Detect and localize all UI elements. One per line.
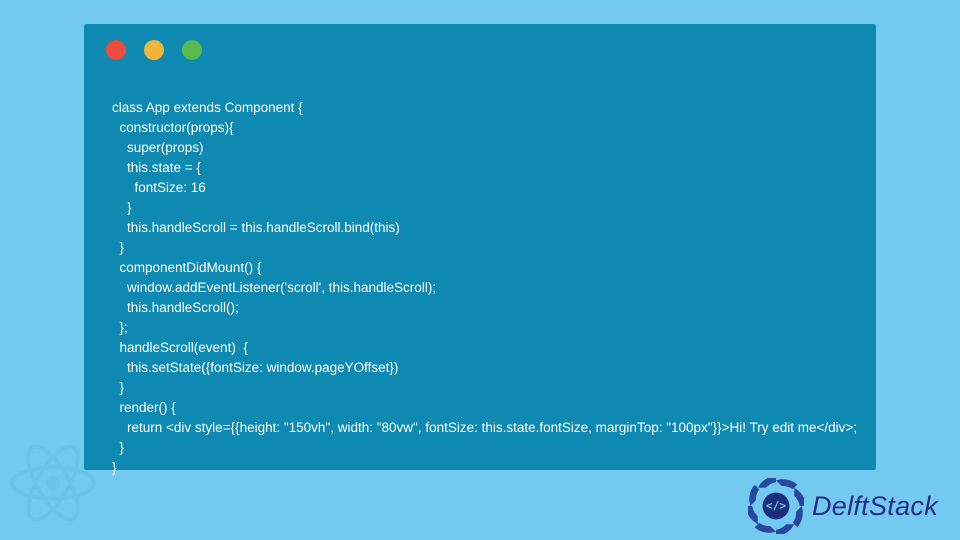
brand-badge: </> DelftStack	[748, 478, 938, 534]
window-traffic-lights	[106, 40, 202, 60]
code-editor-window: class App extends Component { constructo…	[84, 24, 876, 470]
zoom-dot[interactable]	[182, 40, 202, 60]
brand-name: DelftStack	[812, 491, 938, 522]
minimize-dot[interactable]	[144, 40, 164, 60]
svg-text:</>: </>	[766, 499, 786, 512]
delftstack-logo-icon: </>	[748, 478, 804, 534]
code-block: class App extends Component { constructo…	[112, 98, 856, 478]
react-watermark-icon	[4, 434, 102, 532]
close-dot[interactable]	[106, 40, 126, 60]
